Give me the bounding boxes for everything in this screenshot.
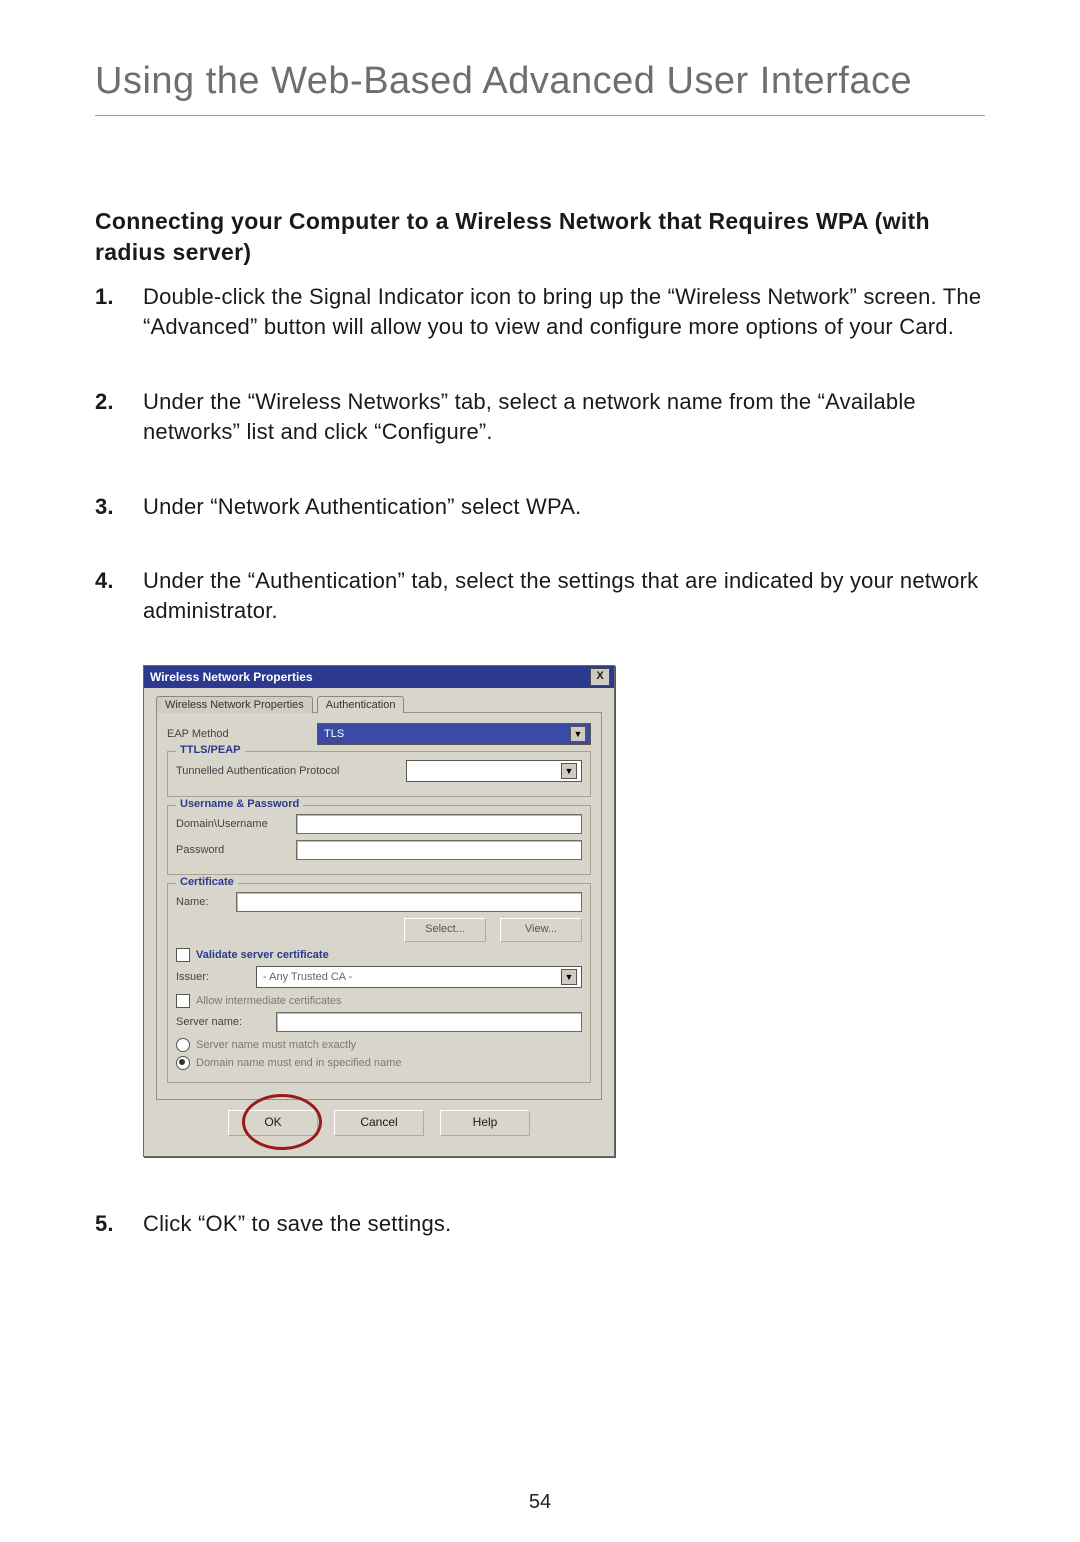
step-number: 5. [95, 1209, 143, 1239]
tab-properties[interactable]: Wireless Network Properties [156, 696, 313, 713]
group-title-userpass: Username & Password [176, 798, 303, 810]
radio-icon [176, 1056, 190, 1070]
tunnel-auth-label: Tunnelled Authentication Protocol [176, 765, 406, 777]
section-heading: Connecting your Computer to a Wireless N… [95, 206, 985, 268]
validate-server-label: Validate server certificate [196, 949, 329, 961]
page-title: Using the Web-Based Advanced User Interf… [95, 60, 985, 103]
wireless-properties-dialog: Wireless Network Properties X Wireless N… [143, 665, 615, 1157]
step-1: 1. Double-click the Signal Indicator ico… [95, 282, 985, 343]
domain-username-label: Domain\Username [176, 818, 296, 830]
server-name-label: Server name: [176, 1016, 276, 1028]
certificate-name-label: Name: [176, 896, 236, 908]
dialog-title: Wireless Network Properties [150, 670, 313, 684]
step-number: 3. [95, 492, 143, 522]
step-4: 4. Under the “Authentication” tab, selec… [95, 566, 985, 627]
group-title-ttls: TTLS/PEAP [176, 744, 245, 756]
cancel-button[interactable]: Cancel [334, 1110, 424, 1136]
dialog-button-row: OK Cancel Help [156, 1100, 602, 1146]
step-2: 2. Under the “Wireless Networks” tab, se… [95, 387, 985, 448]
checkbox-icon [176, 948, 190, 962]
radio-domain-ends[interactable]: Domain name must end in specified name [176, 1056, 582, 1070]
select-certificate-button[interactable]: Select... [404, 918, 486, 942]
tab-authentication[interactable]: Authentication [317, 696, 405, 713]
tunnel-auth-select[interactable] [406, 760, 582, 782]
allow-intermediate-checkbox[interactable]: Allow intermediate certificates [176, 994, 582, 1008]
page-number: 54 [0, 1491, 1080, 1514]
step-5: 5. Click “OK” to save the settings. [95, 1209, 985, 1239]
help-button[interactable]: Help [440, 1110, 530, 1136]
eap-method-value: TLS [324, 728, 344, 740]
ok-button[interactable]: OK [228, 1110, 318, 1136]
checkbox-icon [176, 994, 190, 1008]
view-certificate-button[interactable]: View... [500, 918, 582, 942]
eap-method-select[interactable]: TLS [317, 723, 591, 745]
step-number: 4. [95, 566, 143, 596]
group-ttls-peap: TTLS/PEAP Tunnelled Authentication Proto… [167, 751, 591, 797]
eap-method-row: EAP Method TLS [167, 723, 591, 745]
dialog-titlebar: Wireless Network Properties X [144, 666, 614, 688]
step-text: Under “Network Authentication” select WP… [143, 492, 985, 522]
steps-list: 1. Double-click the Signal Indicator ico… [95, 282, 985, 627]
title-rule [95, 115, 985, 116]
steps-list-continued: 5. Click “OK” to save the settings. [95, 1209, 985, 1239]
step-text: Under the “Authentication” tab, select t… [143, 566, 985, 627]
step-number: 1. [95, 282, 143, 312]
group-title-certificate: Certificate [176, 876, 238, 888]
step-number: 2. [95, 387, 143, 417]
step-text: Click “OK” to save the settings. [143, 1209, 985, 1239]
radio-domain-ends-label: Domain name must end in specified name [196, 1057, 401, 1069]
eap-method-label: EAP Method [167, 728, 317, 740]
password-input[interactable] [296, 840, 582, 860]
issuer-select[interactable]: - Any Trusted CA - [256, 966, 582, 988]
issuer-label: Issuer: [176, 971, 256, 983]
group-username-password: Username & Password Domain\Username Pass… [167, 805, 591, 875]
group-certificate: Certificate Name: Select... View... Vali… [167, 883, 591, 1083]
document-page: Using the Web-Based Advanced User Interf… [0, 0, 1080, 1542]
allow-intermediate-label: Allow intermediate certificates [196, 995, 342, 1007]
tab-row: Wireless Network Properties Authenticati… [156, 696, 602, 713]
radio-match-exactly[interactable]: Server name must match exactly [176, 1038, 582, 1052]
issuer-value: - Any Trusted CA - [263, 971, 352, 983]
auth-panel: EAP Method TLS TTLS/PEAP Tunnelled Authe… [156, 712, 602, 1100]
password-label: Password [176, 844, 296, 856]
radio-icon [176, 1038, 190, 1052]
step-3: 3. Under “Network Authentication” select… [95, 492, 985, 522]
embedded-dialog-figure: Wireless Network Properties X Wireless N… [143, 665, 985, 1157]
domain-username-input[interactable] [296, 814, 582, 834]
step-text: Double-click the Signal Indicator icon t… [143, 282, 985, 343]
certificate-name-input[interactable] [236, 892, 582, 912]
dialog-body: Wireless Network Properties Authenticati… [144, 688, 614, 1156]
step-text: Under the “Wireless Networks” tab, selec… [143, 387, 985, 448]
close-icon[interactable]: X [590, 668, 610, 686]
validate-server-checkbox[interactable]: Validate server certificate [176, 948, 582, 962]
server-name-input[interactable] [276, 1012, 582, 1032]
radio-match-exactly-label: Server name must match exactly [196, 1039, 356, 1051]
